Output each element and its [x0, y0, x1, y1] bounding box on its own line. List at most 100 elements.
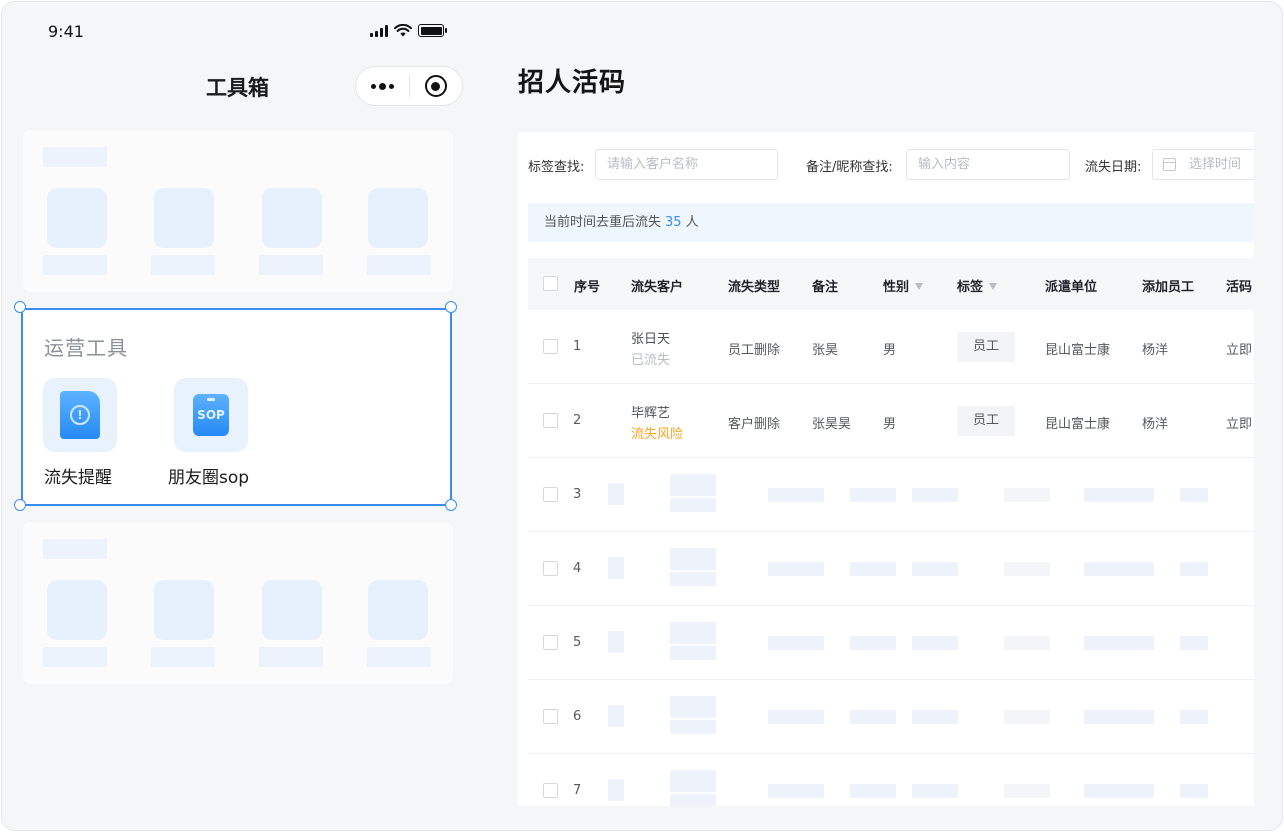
table-row[interactable]: 3 — [528, 458, 1254, 532]
column-header: 流失客户 — [631, 280, 684, 295]
row-checkbox[interactable] — [543, 561, 558, 576]
skeleton-cell — [1084, 784, 1154, 798]
table-row[interactable]: 4 — [528, 532, 1254, 606]
unit-cell: 昆山富士康 — [1045, 417, 1111, 432]
document-alert-icon: ! — [60, 391, 100, 439]
signal-icon — [370, 24, 388, 37]
tag-search-input[interactable]: 请输入客户名称 — [595, 149, 778, 180]
skeleton-cell — [1084, 710, 1154, 724]
status-icons — [370, 24, 447, 37]
calendar-icon — [1163, 158, 1176, 171]
date-picker-input[interactable]: 选择时间 — [1152, 149, 1254, 180]
skeleton-cell — [768, 710, 824, 724]
skeleton-cell — [1004, 784, 1050, 798]
skeleton-cell — [1180, 488, 1208, 502]
skeleton-cell — [670, 646, 716, 660]
table-row[interactable]: 5 — [528, 606, 1254, 680]
skeleton-cell — [912, 710, 958, 724]
skeleton-cell — [670, 498, 716, 512]
skeleton-bar — [151, 255, 215, 275]
capsule-menu — [355, 66, 463, 106]
row-checkbox[interactable] — [543, 413, 558, 428]
page-title: 招人活码 — [518, 68, 627, 98]
resize-handle[interactable] — [14, 499, 26, 511]
skeleton-bar — [367, 255, 431, 275]
skeleton-cell — [670, 720, 716, 734]
staff-cell: 杨洋 — [1142, 417, 1169, 432]
skeleton-cell — [850, 562, 896, 576]
table-row[interactable]: 7 — [528, 754, 1254, 806]
row-checkbox[interactable] — [543, 339, 558, 354]
ops-tools-card[interactable]: 运营工具 ! 流失提醒 SOP 朋友圈sop — [21, 308, 452, 506]
filter-funnel-icon[interactable] — [915, 283, 924, 290]
row-index: 6 — [573, 709, 582, 724]
nav-title: 工具箱 — [206, 76, 269, 100]
resize-handle[interactable] — [14, 301, 26, 313]
staff-cell: 杨洋 — [1142, 343, 1169, 358]
column-header: 备注 — [812, 280, 839, 295]
row-checkbox[interactable] — [543, 487, 558, 502]
skeleton-cell — [850, 784, 896, 798]
skeleton-icon — [154, 188, 214, 248]
code-action[interactable]: 立即 — [1226, 413, 1252, 432]
skeleton-cell — [850, 710, 896, 724]
skeleton-cell — [670, 622, 716, 644]
row-index: 2 — [573, 413, 582, 428]
skeleton-cell — [1180, 636, 1208, 650]
note-cell: 张昊 — [812, 343, 839, 358]
column-header: 添加员工 — [1142, 280, 1195, 295]
gender-cell: 男 — [883, 417, 897, 432]
code-action[interactable]: 立即 — [1226, 339, 1252, 358]
skeleton-card — [23, 130, 453, 292]
canvas: 9:41 工具箱 运营工具 ! 流失提醒 SOP 朋友圈sop 招人活码 标签查… — [1, 1, 1283, 831]
table-row[interactable]: 2 毕辉艺 流失风险 客户删除 张昊昊 男 员工 昆山富士康 杨洋 立即 — [528, 384, 1254, 458]
table-row[interactable]: 6 — [528, 680, 1254, 754]
tool-label: 朋友圈sop — [168, 468, 250, 488]
tool-churn-alert[interactable]: ! — [43, 378, 117, 452]
column-header-gender[interactable]: 性别 — [883, 276, 924, 295]
filter-funnel-icon[interactable] — [989, 283, 998, 290]
skeleton-cell — [1004, 710, 1050, 724]
more-button[interactable] — [356, 67, 409, 105]
row-checkbox[interactable] — [543, 709, 558, 724]
skeleton-icon — [368, 580, 428, 640]
skeleton-cell — [1084, 488, 1154, 502]
skeleton-icon — [368, 188, 428, 248]
skeleton-cell — [608, 557, 624, 579]
row-index: 1 — [573, 339, 582, 354]
column-header-tag[interactable]: 标签 — [957, 276, 998, 295]
churn-notice: 当前时间去重后流失 35 人 — [528, 203, 1254, 242]
select-all-checkbox[interactable] — [543, 276, 558, 291]
row-checkbox[interactable] — [543, 783, 558, 798]
close-button[interactable] — [410, 67, 463, 105]
resize-handle[interactable] — [445, 301, 457, 313]
more-dots-icon — [370, 82, 394, 90]
skeleton-cell — [670, 794, 716, 806]
note-filter-label: 备注/昵称查找: — [806, 160, 893, 175]
note-search-input[interactable]: 输入内容 — [906, 149, 1070, 180]
battery-icon — [418, 24, 447, 37]
resize-handle[interactable] — [445, 499, 457, 511]
skeleton-cell — [912, 562, 958, 576]
skeleton-bar — [259, 255, 323, 275]
tool-moments-sop[interactable]: SOP — [174, 378, 248, 452]
skeleton-icon — [262, 580, 322, 640]
churn-type: 客户删除 — [728, 417, 781, 432]
skeleton-icon — [47, 188, 107, 248]
column-header-label: 标签 — [957, 280, 984, 295]
sop-clipboard-icon: SOP — [193, 394, 229, 436]
row-index: 5 — [573, 635, 582, 650]
customer-name: 张日天 — [631, 332, 671, 347]
column-header: 活码 — [1226, 280, 1253, 295]
row-checkbox[interactable] — [543, 635, 558, 650]
skeleton-cell — [912, 784, 958, 798]
skeleton-bar — [43, 539, 107, 559]
table-row[interactable]: 1 张日天 已流失 员工删除 张昊 男 员工 昆山富士康 杨洋 立即 — [528, 310, 1254, 384]
skeleton-icon — [262, 188, 322, 248]
skeleton-cell — [850, 636, 896, 650]
skeleton-cell — [670, 572, 716, 586]
row-index: 7 — [573, 783, 582, 798]
churn-status: 已流失 — [631, 353, 671, 368]
skeleton-cell — [670, 548, 716, 570]
skeleton-bar — [151, 647, 215, 667]
